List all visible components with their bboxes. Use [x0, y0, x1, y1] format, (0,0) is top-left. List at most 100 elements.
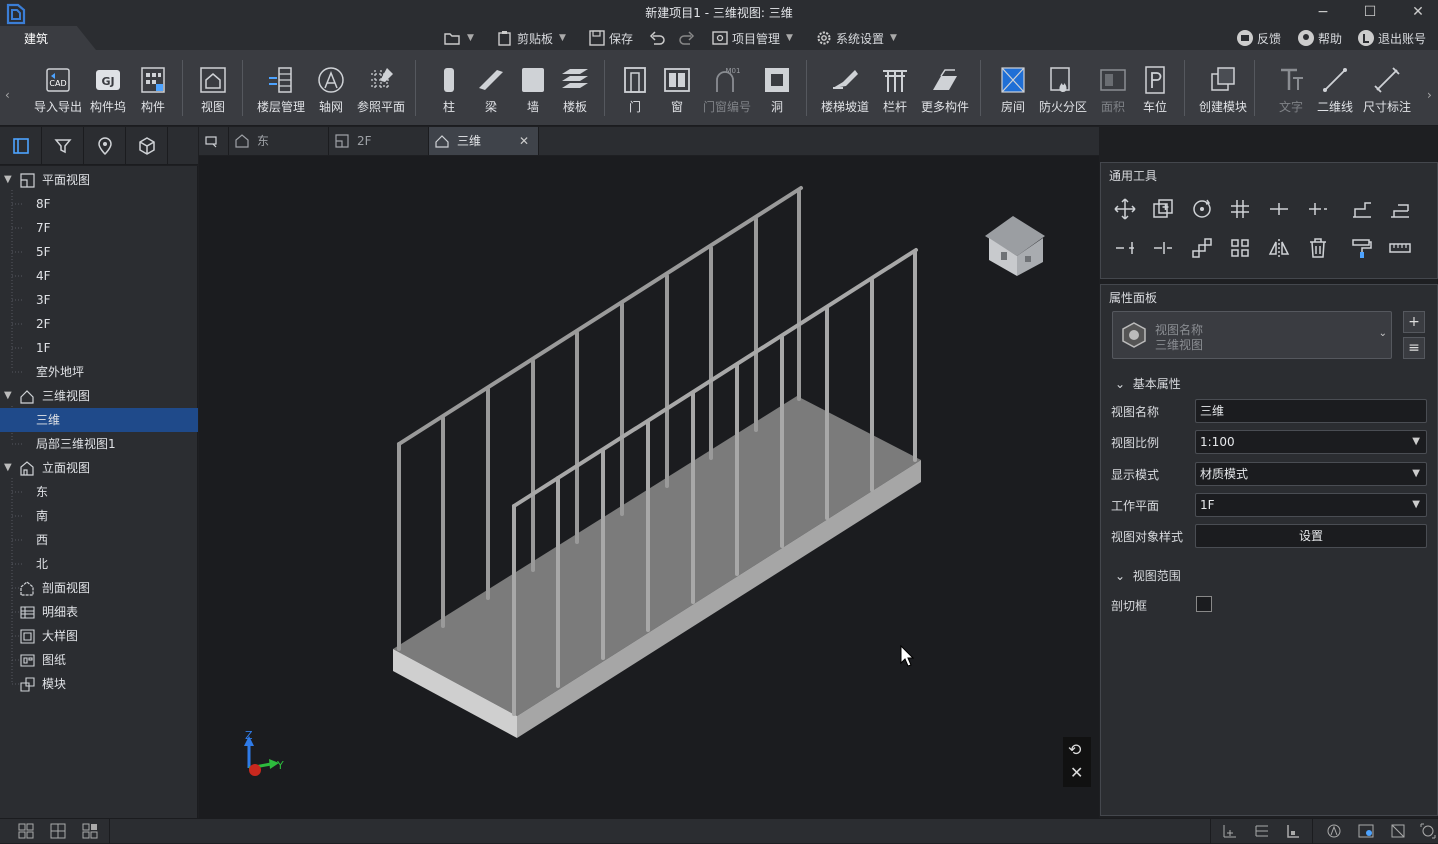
line2d-button[interactable]: 二维线	[1307, 64, 1363, 126]
copy-tool[interactable]	[1151, 197, 1175, 221]
zoom-fit-icon[interactable]	[1420, 823, 1436, 839]
logout-button[interactable]: 退出账号	[1357, 28, 1426, 48]
type-menu-button[interactable]: ≡	[1403, 337, 1425, 359]
add-type-button[interactable]: +	[1403, 311, 1425, 333]
workplane-select[interactable]: 1F▼	[1195, 493, 1427, 517]
tree-floor-item[interactable]: 4F	[0, 264, 198, 288]
measure-tool[interactable]	[1388, 236, 1412, 260]
3d-viewport[interactable]: Z Y	[199, 156, 1099, 818]
image-icon[interactable]	[1358, 823, 1374, 839]
tree-floor-item[interactable]: 室外地坪	[0, 360, 198, 384]
close-tab-icon[interactable]: ✕	[519, 127, 529, 155]
close-button[interactable]: ✕	[1403, 2, 1433, 22]
delete-tool[interactable]	[1306, 236, 1330, 260]
tree-3d-item-selected[interactable]: 三维	[0, 408, 198, 432]
list-icon[interactable]	[1254, 823, 1270, 839]
snap-icon[interactable]	[1326, 823, 1342, 839]
room-button[interactable]: 房间	[985, 64, 1041, 126]
trim-tool[interactable]	[1350, 197, 1374, 221]
tree-elevation-item[interactable]: 西	[0, 528, 198, 552]
corner-icon[interactable]	[1285, 823, 1301, 839]
close-view-icon[interactable]: ✕	[1070, 763, 1083, 782]
tree-sections[interactable]: 剖面视图	[0, 576, 198, 600]
rotate-tool[interactable]	[1190, 197, 1214, 221]
tree-elevation-item[interactable]: 东	[0, 480, 198, 504]
import-export-button[interactable]: CAD 导入导出	[30, 64, 86, 126]
opening-button[interactable]: 洞	[749, 64, 805, 126]
tree-floor-item[interactable]: 5F	[0, 240, 198, 264]
help-button[interactable]: 帮助	[1297, 28, 1342, 48]
tree-floor-item[interactable]: 8F	[0, 192, 198, 216]
fire-zone-button[interactable]: 防火分区	[1035, 64, 1091, 126]
redo-button[interactable]	[678, 28, 696, 48]
dimension-button[interactable]: 尺寸标注	[1359, 64, 1415, 126]
save-button[interactable]: 保存	[588, 28, 633, 48]
array-tool[interactable]	[1190, 236, 1214, 260]
tree-modules[interactable]: 模块	[0, 672, 198, 696]
tree-elevation-item[interactable]: 北	[0, 552, 198, 576]
display-mode-select[interactable]: 材质模式▼	[1195, 462, 1427, 486]
layout-tile-icon[interactable]	[82, 823, 98, 839]
feedback-button[interactable]: 反馈	[1236, 28, 1281, 48]
mirror-tool[interactable]	[1267, 236, 1291, 260]
undo-button[interactable]	[648, 28, 666, 48]
join-tool[interactable]	[1151, 236, 1175, 260]
open-folder-button[interactable]: ▼	[443, 28, 474, 48]
tree-elevation-item[interactable]: 南	[0, 504, 198, 528]
ref-plane-button[interactable]: 参照平面	[353, 64, 409, 126]
clipboard-button[interactable]: 剪贴板▼	[496, 28, 566, 48]
tree-floor-item[interactable]: 3F	[0, 288, 198, 312]
doc-tab-east[interactable]: 东	[229, 127, 329, 155]
tab-list-button[interactable]	[199, 127, 229, 155]
layout-single-icon[interactable]	[18, 823, 34, 839]
ribbon-scroll-left-icon[interactable]: ‹	[5, 88, 10, 102]
railing-button[interactable]: 栏杆	[867, 64, 923, 126]
type-selector[interactable]: 视图名称 三维视图 ⌄	[1112, 311, 1392, 359]
extend-tool[interactable]	[1388, 197, 1412, 221]
align-tool[interactable]	[1228, 197, 1252, 221]
tab-architecture[interactable]: 建筑	[0, 26, 96, 50]
tree-floor-item[interactable]: 2F	[0, 312, 198, 336]
section-box-checkbox[interactable]	[1196, 596, 1212, 612]
component-button[interactable]: 构件	[125, 64, 181, 126]
view-cube-house-icon[interactable]	[985, 216, 1045, 276]
door-window-no-button[interactable]: M01 门窗编号	[699, 64, 755, 126]
view-range-section[interactable]: ⌄ 视图范围	[1115, 567, 1181, 584]
3d-box-tab[interactable]	[126, 127, 168, 165]
doc-tab-2f[interactable]: 2F	[329, 127, 429, 155]
tree-3d-item[interactable]: 局部三维视图1	[0, 432, 198, 456]
tree-plan-views[interactable]: ▼平面视图	[0, 168, 198, 192]
paint-tool[interactable]	[1350, 236, 1374, 260]
system-settings-button[interactable]: 系统设置▼	[815, 28, 897, 48]
maximize-button[interactable]: ☐	[1355, 2, 1385, 22]
tree-details[interactable]: 大样图	[0, 624, 198, 648]
coordinate-icon[interactable]	[1222, 823, 1238, 839]
minimize-button[interactable]: −	[1308, 2, 1338, 22]
project-manage-button[interactable]: 项目管理▼	[711, 28, 793, 48]
tree-sheets[interactable]: 图纸	[0, 648, 198, 672]
floor-manage-button[interactable]: 楼层管理	[253, 64, 309, 126]
box-icon[interactable]	[1390, 823, 1406, 839]
break-tool[interactable]	[1113, 236, 1137, 260]
doc-tab-3d[interactable]: 三维✕	[429, 127, 539, 155]
filter-tab[interactable]	[42, 127, 84, 165]
offset-tool[interactable]	[1306, 197, 1330, 221]
axis-grid-button[interactable]: 轴网	[303, 64, 359, 126]
view-button[interactable]: 视图	[185, 64, 241, 126]
layout-grid-icon[interactable]	[50, 823, 66, 839]
stair-ramp-button[interactable]: 楼梯坡道	[817, 64, 873, 126]
location-tab[interactable]	[84, 127, 126, 165]
view-name-input[interactable]: 三维	[1195, 399, 1427, 423]
tree-3d-views[interactable]: ▼三维视图	[0, 384, 198, 408]
move-tool[interactable]	[1113, 197, 1137, 221]
reset-view-icon[interactable]: ⟲	[1068, 740, 1081, 759]
parking-button[interactable]: 车位	[1127, 64, 1183, 126]
tree-floor-item[interactable]: 1F	[0, 336, 198, 360]
basic-props-section[interactable]: ⌄ 基本属性	[1115, 375, 1181, 392]
scale-select[interactable]: 1:100▼	[1195, 430, 1427, 454]
window-button[interactable]: 窗	[649, 64, 705, 126]
create-module-button[interactable]: 创建模块	[1195, 64, 1251, 126]
tree-elevations[interactable]: ▼立面视图	[0, 456, 198, 480]
ribbon-scroll-right-icon[interactable]: ›	[1427, 88, 1432, 102]
group-tool[interactable]	[1228, 236, 1252, 260]
